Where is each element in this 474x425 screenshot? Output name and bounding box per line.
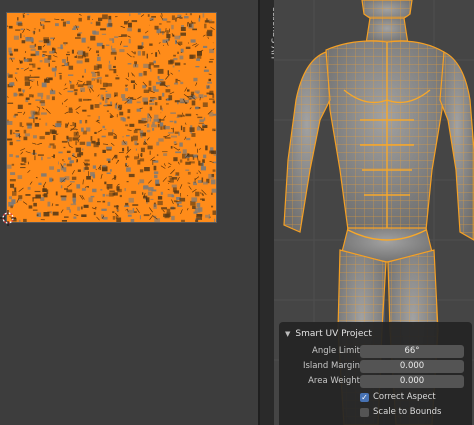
area-weight-label: Area Weight <box>308 376 360 386</box>
uv-editor[interactable] <box>0 0 258 425</box>
sidebar-tab-strip[interactable]: UV Squares <box>260 0 281 425</box>
operator-panel-header[interactable]: ▼ Smart UV Project <box>285 326 372 342</box>
operator-panel-title: Smart UV Project <box>295 329 372 339</box>
uv-islands-canvas[interactable] <box>6 12 217 223</box>
uv-islands-graphic <box>7 13 216 222</box>
chevron-down-icon[interactable]: ▼ <box>285 330 290 338</box>
scale-to-bounds-label: Scale to Bounds <box>373 407 442 417</box>
correct-aspect-checkbox[interactable]: ✓ Correct Aspect <box>360 391 436 403</box>
checkmark-icon[interactable]: ✓ <box>360 392 369 402</box>
island-margin-label: Island Margin <box>302 361 360 371</box>
angle-limit-row: Angle Limit 66° <box>279 345 472 359</box>
island-margin-field[interactable]: 0.000 <box>360 360 464 373</box>
angle-limit-label: Angle Limit <box>312 346 360 356</box>
correct-aspect-label: Correct Aspect <box>373 392 436 402</box>
operator-panel[interactable]: ▼ Smart UV Project Angle Limit 66° Islan… <box>279 322 472 425</box>
uv-island-group <box>7 13 216 222</box>
area-weight-field[interactable]: 0.000 <box>360 375 464 388</box>
island-margin-row: Island Margin 0.000 <box>279 360 472 374</box>
angle-limit-field[interactable]: 66° <box>360 345 464 358</box>
scale-to-bounds-checkbox[interactable]: Scale to Bounds <box>360 406 441 418</box>
checkbox-empty-icon[interactable] <box>360 407 369 417</box>
2d-cursor-icon[interactable] <box>0 210 16 226</box>
area-weight-row: Area Weight 0.000 <box>279 375 472 389</box>
